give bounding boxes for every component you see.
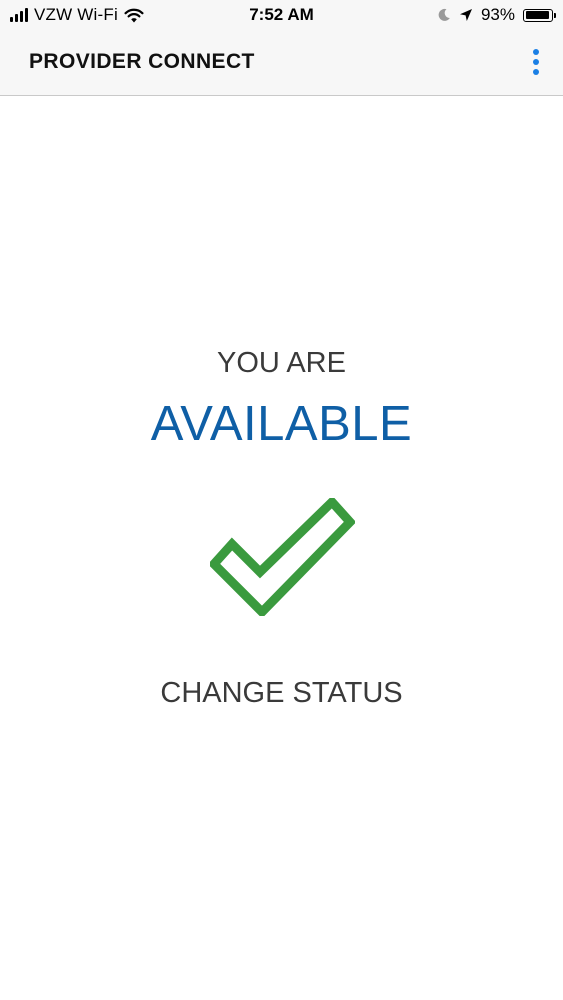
status-value-label: AVAILABLE: [150, 397, 413, 451]
battery-percent: 93%: [480, 5, 515, 24]
vertical-dots-icon[interactable]: [527, 46, 545, 78]
menu-dot: [533, 49, 539, 55]
status-bar: VZW Wi-Fi 7:52 AM 93%: [0, 0, 563, 32]
menu-dot: [533, 59, 539, 65]
battery-nub: [554, 12, 556, 18]
menu-dot: [533, 69, 539, 75]
app-header: PROVIDER CONNECT: [0, 32, 563, 96]
app-screen: VZW Wi-Fi 7:52 AM 93% PROVIDER CONNECT Y…: [0, 0, 563, 1000]
change-status-button[interactable]: CHANGE STATUS: [0, 677, 563, 710]
checkmark-icon: [207, 495, 357, 619]
moon-icon: [438, 8, 450, 21]
app-title: PROVIDER CONNECT: [29, 50, 255, 73]
battery-fill: [525, 11, 549, 19]
status-right: 93%: [437, 5, 556, 25]
location-arrow-icon: [459, 9, 472, 21]
status-prefix-label: YOU ARE: [217, 347, 346, 379]
battery-icon: [523, 8, 556, 22]
